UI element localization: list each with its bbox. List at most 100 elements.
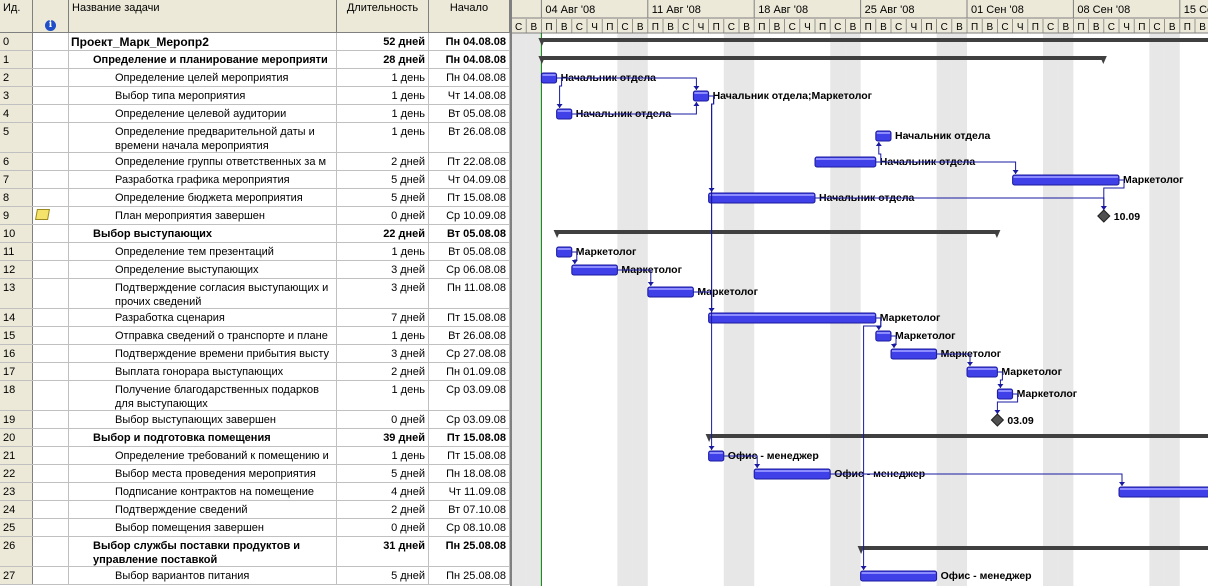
table-row[interactable]: 7 Разработка графика мероприятия 5 дней Чт … (0, 171, 510, 189)
note-icon[interactable] (35, 209, 50, 220)
task-bar-highlight (755, 470, 830, 472)
task-duration: 0 дней (337, 207, 429, 224)
task-indicator (33, 327, 69, 344)
task-start-text: Пн 18.08.08 (446, 468, 506, 480)
table-row[interactable]: 23 Подписание контрактов на помещение 4 дн… (0, 483, 510, 501)
milestone-diamond[interactable] (1097, 209, 1111, 223)
task-id: 1 (0, 51, 33, 68)
resource-label: Начальник отдела (895, 130, 991, 142)
task-indicator (33, 567, 69, 584)
task-name: Определение группы ответственных за м (69, 153, 337, 170)
table-row[interactable]: 27 Выбор вариантов питания 5 дней Пн 25.08.… (0, 567, 510, 585)
task-duration-text: 3 дней (391, 264, 425, 276)
header-start[interactable]: Начало (429, 0, 510, 33)
day-letter: В (1199, 22, 1206, 33)
table-row[interactable]: 9 План мероприятия завершен 0 дней Ср 10.09… (0, 207, 510, 225)
task-duration: 7 дней (337, 309, 429, 326)
task-name-text: Подтверждение времени прибытия высту (115, 348, 330, 360)
task-start-text: Чт 11.09.08 (448, 486, 506, 498)
task-duration-text: 1 день (391, 330, 425, 342)
task-start-text: Чт 04.09.08 (447, 174, 506, 186)
task-id: 15 (0, 327, 33, 344)
summary-bar[interactable] (541, 56, 1104, 60)
task-duration: 31 дней (337, 537, 429, 566)
header-indicators[interactable]: i (33, 0, 69, 33)
table-row[interactable]: 13 Подтверждение согласия выступающих и п… (0, 279, 510, 309)
task-name-text: Разработка графика мероприятия (115, 174, 290, 186)
task-id: 12 (0, 261, 33, 278)
table-row[interactable]: 4 Определение целевой аудитории 1 день Вт 0… (0, 105, 510, 123)
table-row[interactable]: 0 Проект_Марк_Меропр2 52 дней Пн 04.08.08 (0, 33, 510, 51)
task-id: 26 (0, 537, 33, 566)
task-indicator (33, 447, 69, 464)
task-name: Подтверждение времени прибытия высту (69, 345, 337, 362)
task-name-text: Выбор выступающих (93, 228, 212, 240)
table-row[interactable]: 5 Определение предварительной даты и врем… (0, 123, 510, 153)
task-duration-text: 5 дней (391, 174, 425, 186)
summary-bar[interactable] (860, 546, 1208, 550)
milestone-diamond[interactable] (990, 413, 1005, 427)
task-start-text: Ср 27.08.08 (446, 348, 506, 360)
weekend-shade (1043, 33, 1059, 586)
header-duration[interactable]: Длительность (337, 0, 429, 33)
task-indicator (33, 33, 69, 50)
task-duration: 0 дней (337, 519, 429, 536)
table-row[interactable]: 14 Разработка сценария 7 дней Пт 15.08.08 (0, 309, 510, 327)
table-row[interactable]: 26 Выбор службы поставки продуктов и упра… (0, 537, 510, 567)
task-duration: 28 дней (337, 51, 429, 68)
table-row[interactable]: 17 Выплата гонорара выступающих 2 дней Пн 0… (0, 363, 510, 381)
task-bar-highlight (861, 572, 936, 574)
table-row[interactable]: 10 Выбор выступающих 22 дней Вт 05.08.08 (0, 225, 510, 243)
table-row[interactable]: 15 Отправка сведений о транспорте и плане… (0, 327, 510, 345)
task-start-text: Вт 26.08.08 (448, 330, 506, 342)
header-id[interactable]: Ид. (0, 0, 33, 33)
task-indicator (33, 189, 69, 206)
task-name: Разработка графика мероприятия (69, 171, 337, 188)
table-row[interactable]: 25 Выбор помещения завершен 0 дней Ср 08.10… (0, 519, 510, 537)
table-row[interactable]: 22 Выбор места проведения мероприятия 5 дн… (0, 465, 510, 483)
task-indicator (33, 279, 69, 308)
task-id-text: 5 (3, 126, 10, 138)
task-name: Выбор выступающих завершен (69, 411, 337, 428)
day-letter: С (1001, 22, 1008, 33)
task-duration: 3 дней (337, 345, 429, 362)
dependency-arrowhead (693, 102, 700, 106)
header-task-name[interactable]: Название задачи (69, 0, 337, 33)
table-row[interactable]: 1 Определение и планирование мероприяти 28… (0, 51, 510, 69)
task-name-text: Выбор и подготовка помещения (93, 432, 271, 444)
table-row[interactable]: 20 Выбор и подготовка помещения 39 дней Пт … (0, 429, 510, 447)
day-letter: В (530, 22, 537, 33)
gantt-chart[interactable]: СВПВСЧПСВПВСЧПСВПВСЧПСВПВСЧПСВПВСЧПСВПВС… (510, 0, 1208, 586)
table-row[interactable]: 19 Выбор выступающих завершен 0 дней Ср 03.… (0, 411, 510, 429)
table-row[interactable]: 3 Выбор типа мероприятия 1 день Чт 14.08.08 (0, 87, 510, 105)
day-letter: С (515, 22, 522, 33)
task-start: Ср 10.09.08 (429, 207, 510, 224)
summary-bar[interactable] (708, 434, 1208, 438)
task-start-text: Ср 10.09.08 (446, 210, 506, 222)
task-name-text: Определение предварительной даты и време… (115, 126, 315, 152)
weekend-shade (526, 33, 542, 586)
task-duration: 22 дней (337, 225, 429, 242)
task-start: Вт 05.08.08 (429, 105, 510, 122)
task-start-text: Вт 07.10.08 (448, 504, 506, 516)
table-row[interactable]: 11 Определение тем презентаций 1 день Вт 05… (0, 243, 510, 261)
table-row[interactable]: 8 Определение бюджета мероприятия 5 дней Пт… (0, 189, 510, 207)
table-row[interactable]: 16 Подтверждение времени прибытия высту 3 … (0, 345, 510, 363)
table-row[interactable]: 18 Получение благодарственных подарков дл… (0, 381, 510, 411)
task-name: Подтверждение согласия выступающих и про… (69, 279, 337, 308)
task-start: Пт 15.08.08 (429, 429, 510, 446)
table-row[interactable]: 12 Определение выступающих 3 дней Ср 06.08.… (0, 261, 510, 279)
task-id-text: 21 (3, 450, 16, 462)
table-row[interactable]: 6 Определение группы ответственных за м 2 … (0, 153, 510, 171)
task-duration-text: 3 дней (391, 348, 425, 360)
summary-bar[interactable] (556, 230, 998, 234)
table-row[interactable]: 2 Определение целей мероприятия 1 день Пн 0… (0, 69, 510, 87)
day-letter: В (637, 22, 644, 33)
table-row[interactable]: 24 Подтверждение сведений 2 дней Вт 07.10.0… (0, 501, 510, 519)
summary-bar[interactable] (541, 38, 1208, 42)
dependency-arrowhead (754, 464, 761, 468)
task-id: 8 (0, 189, 33, 206)
task-duration: 5 дней (337, 171, 429, 188)
table-row[interactable]: 21 Определение требований к помещению и с… (0, 447, 510, 465)
task-start: Пт 15.08.08 (429, 189, 510, 206)
